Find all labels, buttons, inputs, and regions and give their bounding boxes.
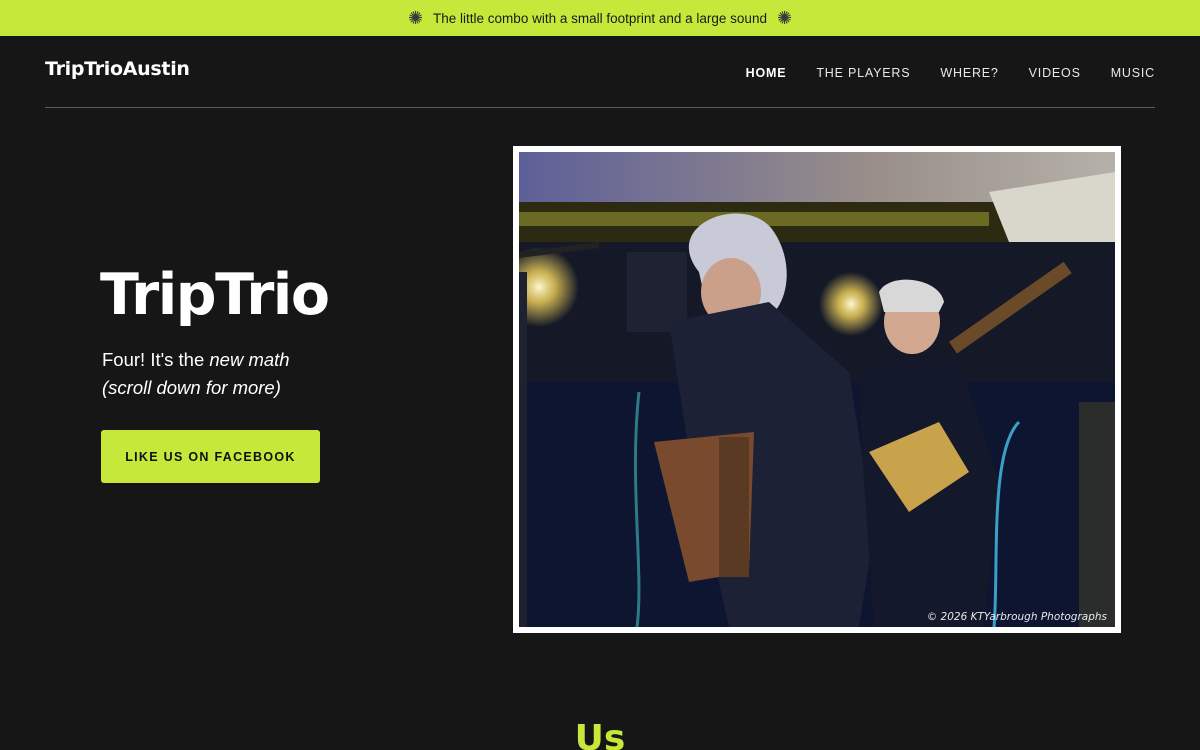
tagline-emphasis: new math: [209, 349, 290, 370]
nav-the-players[interactable]: THE PLAYERS: [816, 66, 910, 80]
main-nav: HOME THE PLAYERS WHERE? VIDEOS MUSIC: [746, 66, 1155, 80]
header-divider: [45, 107, 1155, 108]
announcement-text: The little combo with a small footprint …: [433, 10, 767, 26]
like-facebook-button[interactable]: LIKE US ON FACEBOOK: [101, 430, 320, 483]
nav-music[interactable]: MUSIC: [1111, 66, 1155, 80]
section-heading-us: Us: [574, 718, 626, 750]
starburst-icon: ✺: [407, 8, 424, 28]
announcement-bar: ✺ The little combo with a small footprin…: [0, 0, 1200, 36]
tagline-scroll-hint: (scroll down for more): [102, 377, 281, 398]
hero-photo-frame: © 2026 KTYarbrough Photographs: [513, 146, 1121, 633]
site-logo[interactable]: TripTrioAustin: [45, 58, 190, 80]
band-photo: © 2026 KTYarbrough Photographs: [519, 152, 1115, 627]
nav-where[interactable]: WHERE?: [940, 66, 998, 80]
nav-videos[interactable]: VIDEOS: [1029, 66, 1081, 80]
hero-title: TripTrio: [100, 262, 330, 328]
hero-tagline: Four! It's the new math (scroll down for…: [102, 346, 290, 402]
starburst-icon: ✺: [776, 8, 793, 28]
tagline-lead: Four! It's the: [102, 349, 210, 370]
nav-home[interactable]: HOME: [746, 66, 787, 80]
photo-credit: © 2026 KTYarbrough Photographs: [926, 611, 1107, 623]
